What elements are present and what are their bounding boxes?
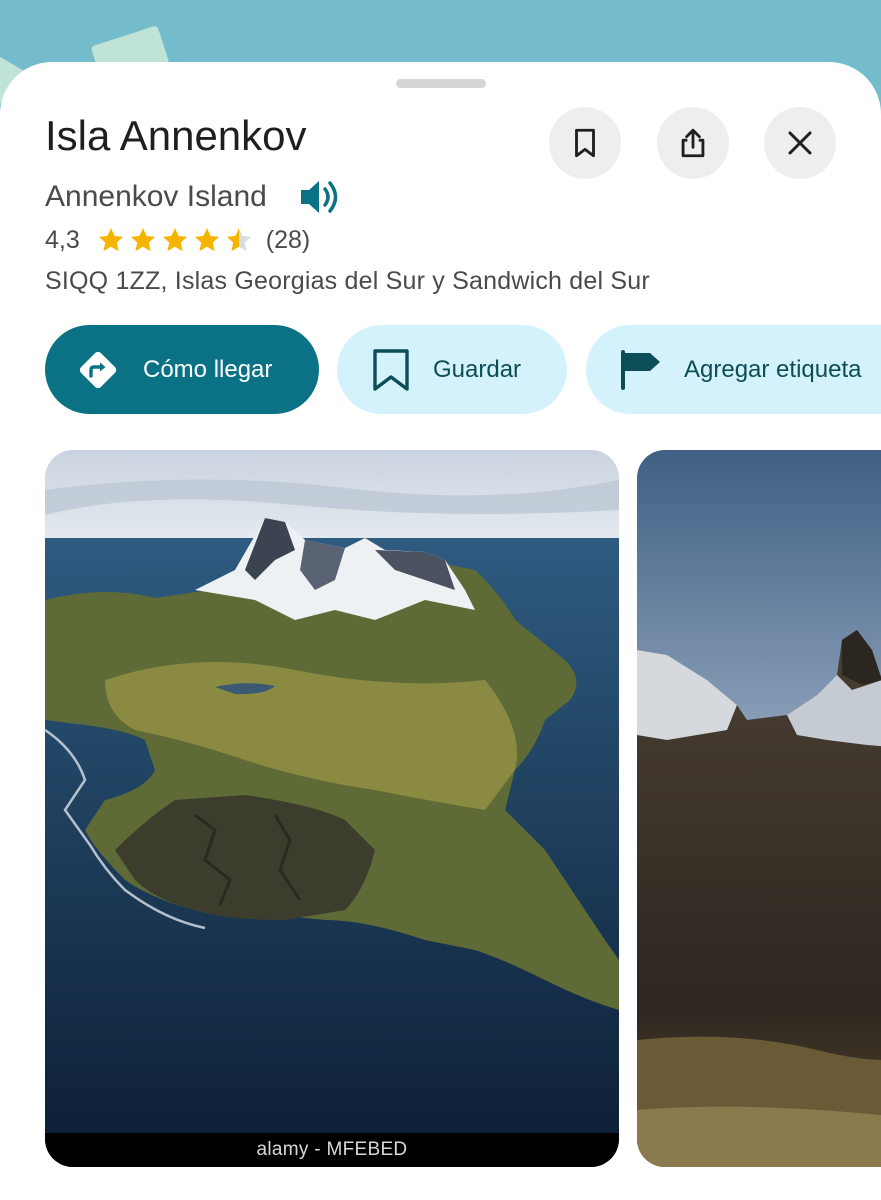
directions-icon <box>79 351 117 388</box>
place-sheet: Isla Annenkov Annenkov Island 4,3 (28) S… <box>0 62 881 1200</box>
subtitle-row: Annenkov Island <box>45 174 343 220</box>
share-icon <box>681 128 705 158</box>
place-title: Isla Annenkov <box>45 112 307 159</box>
place-photo[interactable]: alamy - MFEBED <box>45 450 619 1167</box>
directions-label: Cómo llegar <box>143 355 273 383</box>
star-icon <box>98 228 123 252</box>
save-chip-button[interactable]: Guardar <box>337 325 567 414</box>
rating-row[interactable]: 4,3 (28) <box>45 224 310 256</box>
place-photo[interactable] <box>637 450 881 1167</box>
flag-icon <box>621 349 660 390</box>
speaker-icon[interactable] <box>297 174 343 220</box>
half-star-icon <box>226 228 251 252</box>
photo-watermark: alamy - MFEBED <box>256 1139 408 1160</box>
bookmark-icon <box>575 128 595 158</box>
drag-handle[interactable] <box>396 79 486 88</box>
watermark-bar: alamy - MFEBED <box>45 1133 619 1167</box>
rating-value: 4,3 <box>45 225 80 254</box>
directions-button[interactable]: Cómo llegar <box>45 325 319 414</box>
save-chip-label: Guardar <box>433 355 522 383</box>
review-count: (28) <box>265 225 311 254</box>
island-photo-image <box>45 450 619 1167</box>
close-icon <box>788 131 812 155</box>
share-button[interactable] <box>657 107 729 179</box>
bookmark-button[interactable] <box>549 107 621 179</box>
star-icon <box>194 228 219 252</box>
bookmark-outline-icon <box>373 348 409 391</box>
star-icon <box>130 228 155 252</box>
mountain-photo-image <box>637 450 881 1167</box>
star-rating <box>96 225 254 255</box>
place-subtitle: Annenkov Island <box>45 180 267 213</box>
star-icon <box>162 228 187 252</box>
add-label-button[interactable]: Agregar etiqueta <box>586 325 881 414</box>
add-label-label: Agregar etiqueta <box>684 355 862 383</box>
place-address: SIQQ 1ZZ, Islas Georgias del Sur y Sandw… <box>45 267 650 295</box>
close-button[interactable] <box>764 107 836 179</box>
